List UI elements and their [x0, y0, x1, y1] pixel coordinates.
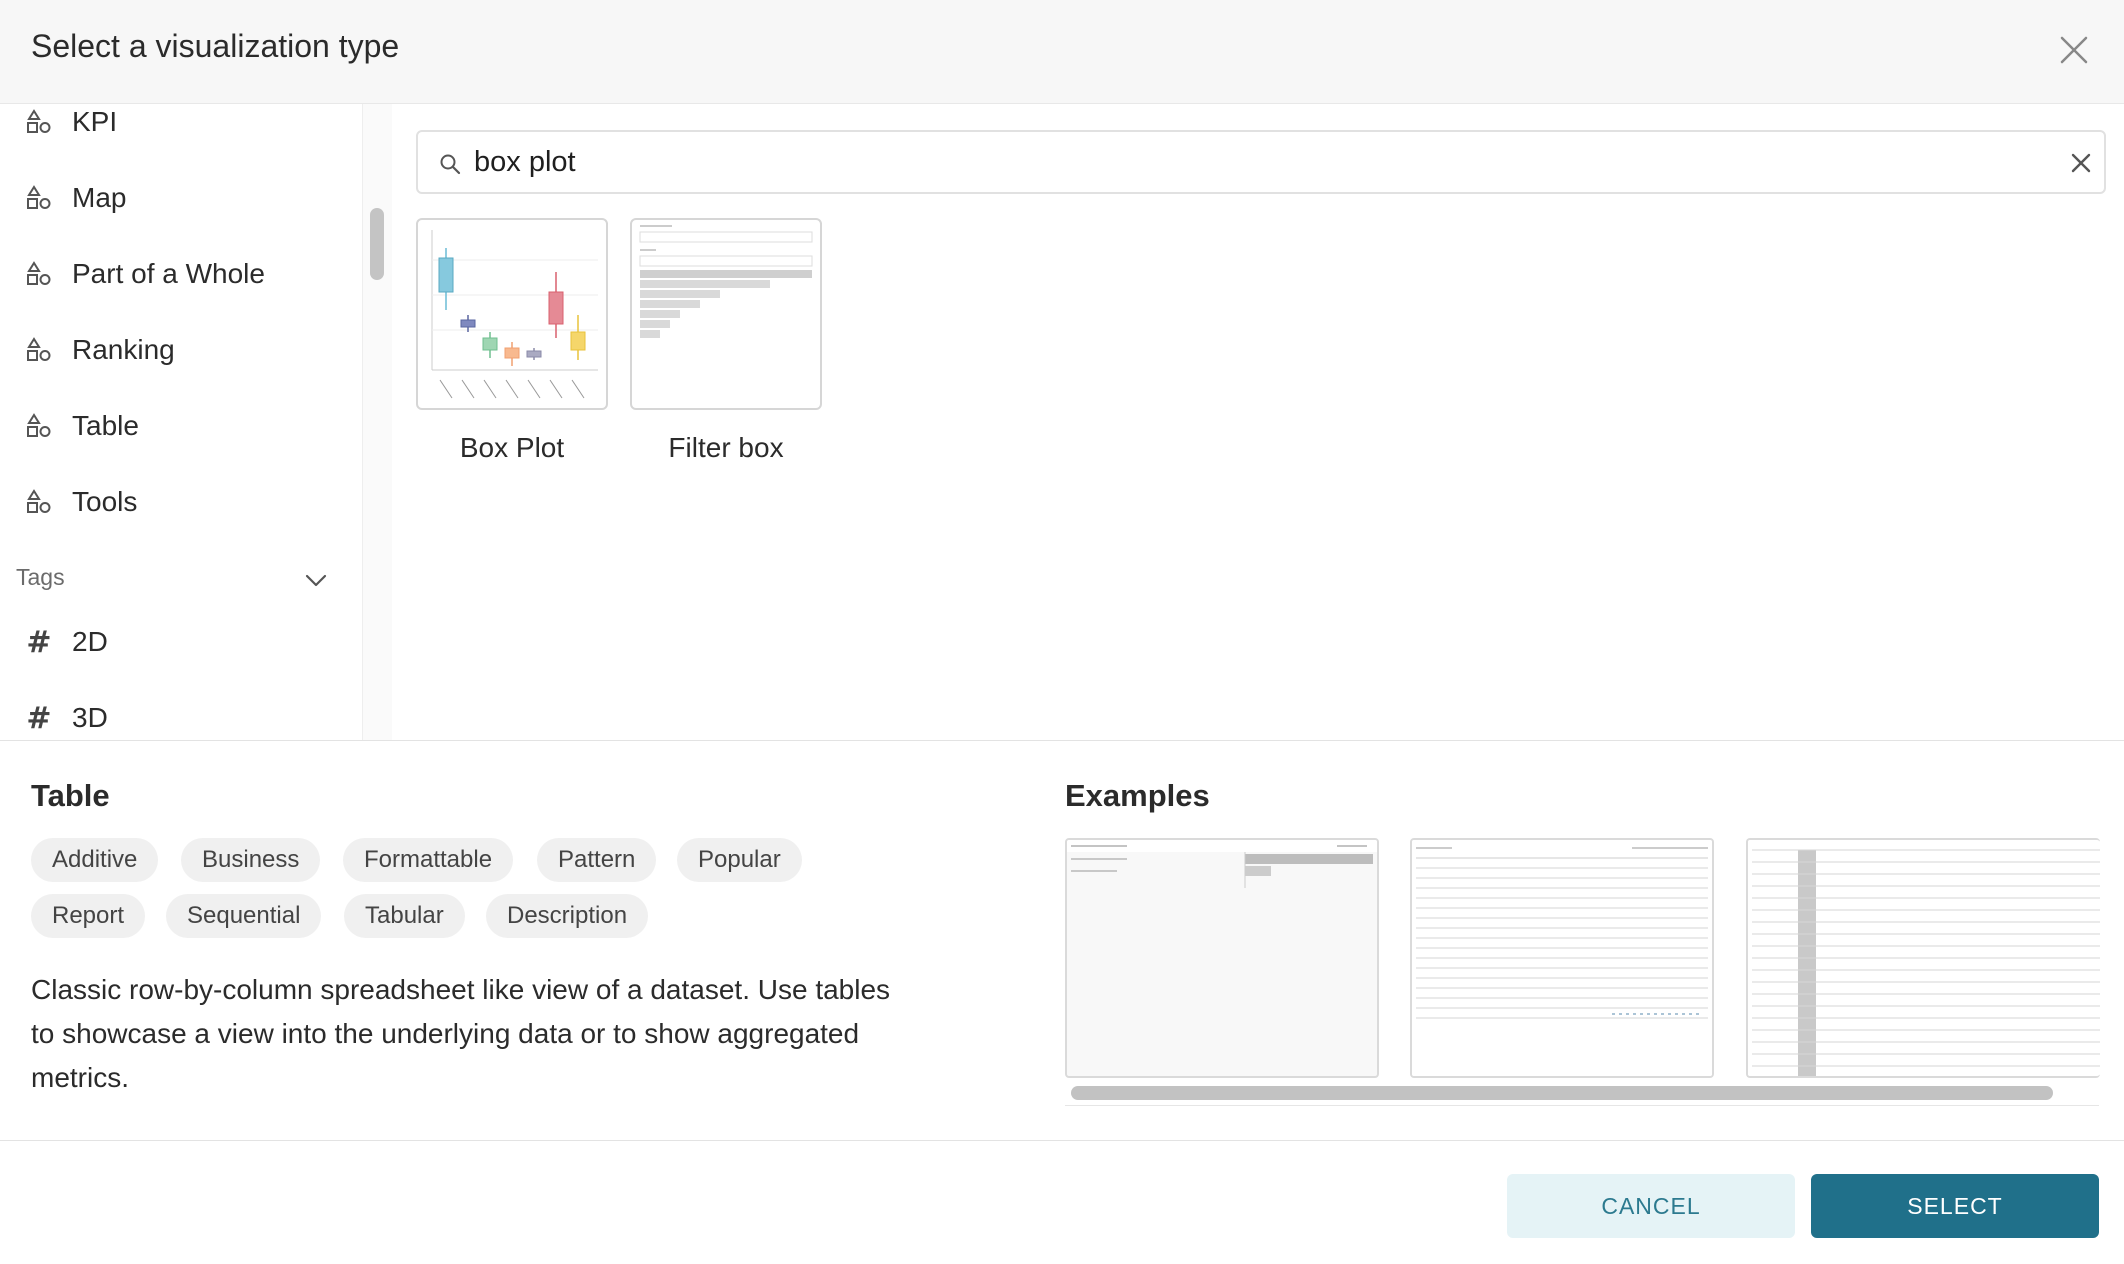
select-button[interactable]: SELECT — [1811, 1174, 2099, 1238]
box-plot-thumbnail — [416, 218, 608, 410]
sidebar-item-label: 2D — [72, 626, 108, 657]
example-image — [1746, 838, 2100, 1078]
sidebar-item-map[interactable]: Map — [24, 174, 126, 222]
examples-scrollbar[interactable] — [1065, 1080, 2099, 1106]
tag-chip: Formattable — [343, 838, 514, 882]
viz-details: Table Additive Business Formattable Patt… — [31, 740, 1031, 1140]
tag-chip: Business — [181, 838, 321, 882]
tag-chip: Additive — [31, 838, 159, 882]
sidebar-item-label: KPI — [72, 106, 118, 137]
tag-chip: Tabular — [344, 894, 465, 938]
chevron-down-icon[interactable] — [302, 566, 330, 594]
search-input[interactable] — [474, 140, 2034, 184]
cancel-button[interactable]: CANCEL — [1507, 1174, 1795, 1238]
sidebar-item-label: Map — [72, 182, 127, 213]
modal-header: Select a visualization type — [0, 0, 2124, 104]
viz-card-filter-box[interactable]: Filter box — [630, 218, 822, 464]
examples-title: Examples — [1065, 778, 1210, 813]
sidebar-item-label: Part of a Whole — [72, 258, 265, 289]
footer-divider — [0, 1140, 2124, 1141]
tag-chip: Sequential — [166, 894, 322, 938]
sidebar-item-ranking[interactable]: Ranking — [24, 326, 175, 374]
sidebar-item-label: Tools — [72, 486, 138, 517]
sidebar-scrollbar[interactable] — [362, 104, 392, 740]
tag-chip: Popular — [677, 838, 802, 882]
examples-scrollbar-thumb[interactable] — [1071, 1086, 2053, 1100]
tag-chip: Report — [31, 894, 146, 938]
tags-section-label: Tags — [16, 564, 65, 590]
shapes-icon — [24, 183, 54, 213]
viz-card-label: Filter box — [668, 432, 784, 463]
search-box[interactable] — [416, 130, 2106, 194]
tag-chip: Pattern — [537, 838, 657, 882]
hash-icon: # — [26, 624, 52, 660]
shapes-icon — [24, 487, 54, 517]
shapes-icon — [24, 411, 54, 441]
sidebar-item-table[interactable]: Table — [24, 402, 139, 450]
sidebar-item-part-of-a-whole[interactable]: Part of a Whole — [24, 250, 265, 298]
sidebar-item-3d[interactable]: # 3D — [24, 694, 108, 740]
modal-title: Select a visualization type — [31, 28, 400, 64]
sidebar-item-kpi[interactable]: KPI — [24, 104, 117, 146]
tag-chip: Description — [486, 894, 649, 938]
details-title: Table — [31, 778, 110, 813]
example-image — [1410, 838, 1714, 1078]
shapes-icon — [24, 107, 54, 137]
sidebar-item-label: Ranking — [72, 334, 175, 365]
sidebar-item-label: 3D — [72, 702, 108, 733]
close-icon[interactable] — [2056, 32, 2092, 68]
hash-icon: # — [26, 700, 52, 736]
sidebar-item-tools[interactable]: Tools — [24, 478, 137, 526]
results-panel: Box Plot Filter box — [392, 104, 2124, 740]
category-sidebar: KPI Map Part of a Whole Ranking Table To… — [0, 104, 392, 740]
details-description: Classic row-by-column spreadsheet like v… — [31, 974, 891, 1093]
clear-search-icon[interactable] — [2068, 150, 2094, 176]
example-image — [1065, 838, 1379, 1078]
viz-card-box-plot[interactable]: Box Plot — [416, 218, 608, 464]
sidebar-item-2d[interactable]: # 2D — [24, 618, 108, 666]
shapes-icon — [24, 259, 54, 289]
shapes-icon — [24, 335, 54, 365]
search-icon — [440, 154, 461, 175]
sidebar-scrollbar-thumb[interactable] — [370, 208, 384, 280]
filter-box-thumbnail — [630, 218, 822, 410]
sidebar-item-label: Table — [72, 410, 139, 441]
viz-card-label: Box Plot — [459, 432, 565, 463]
